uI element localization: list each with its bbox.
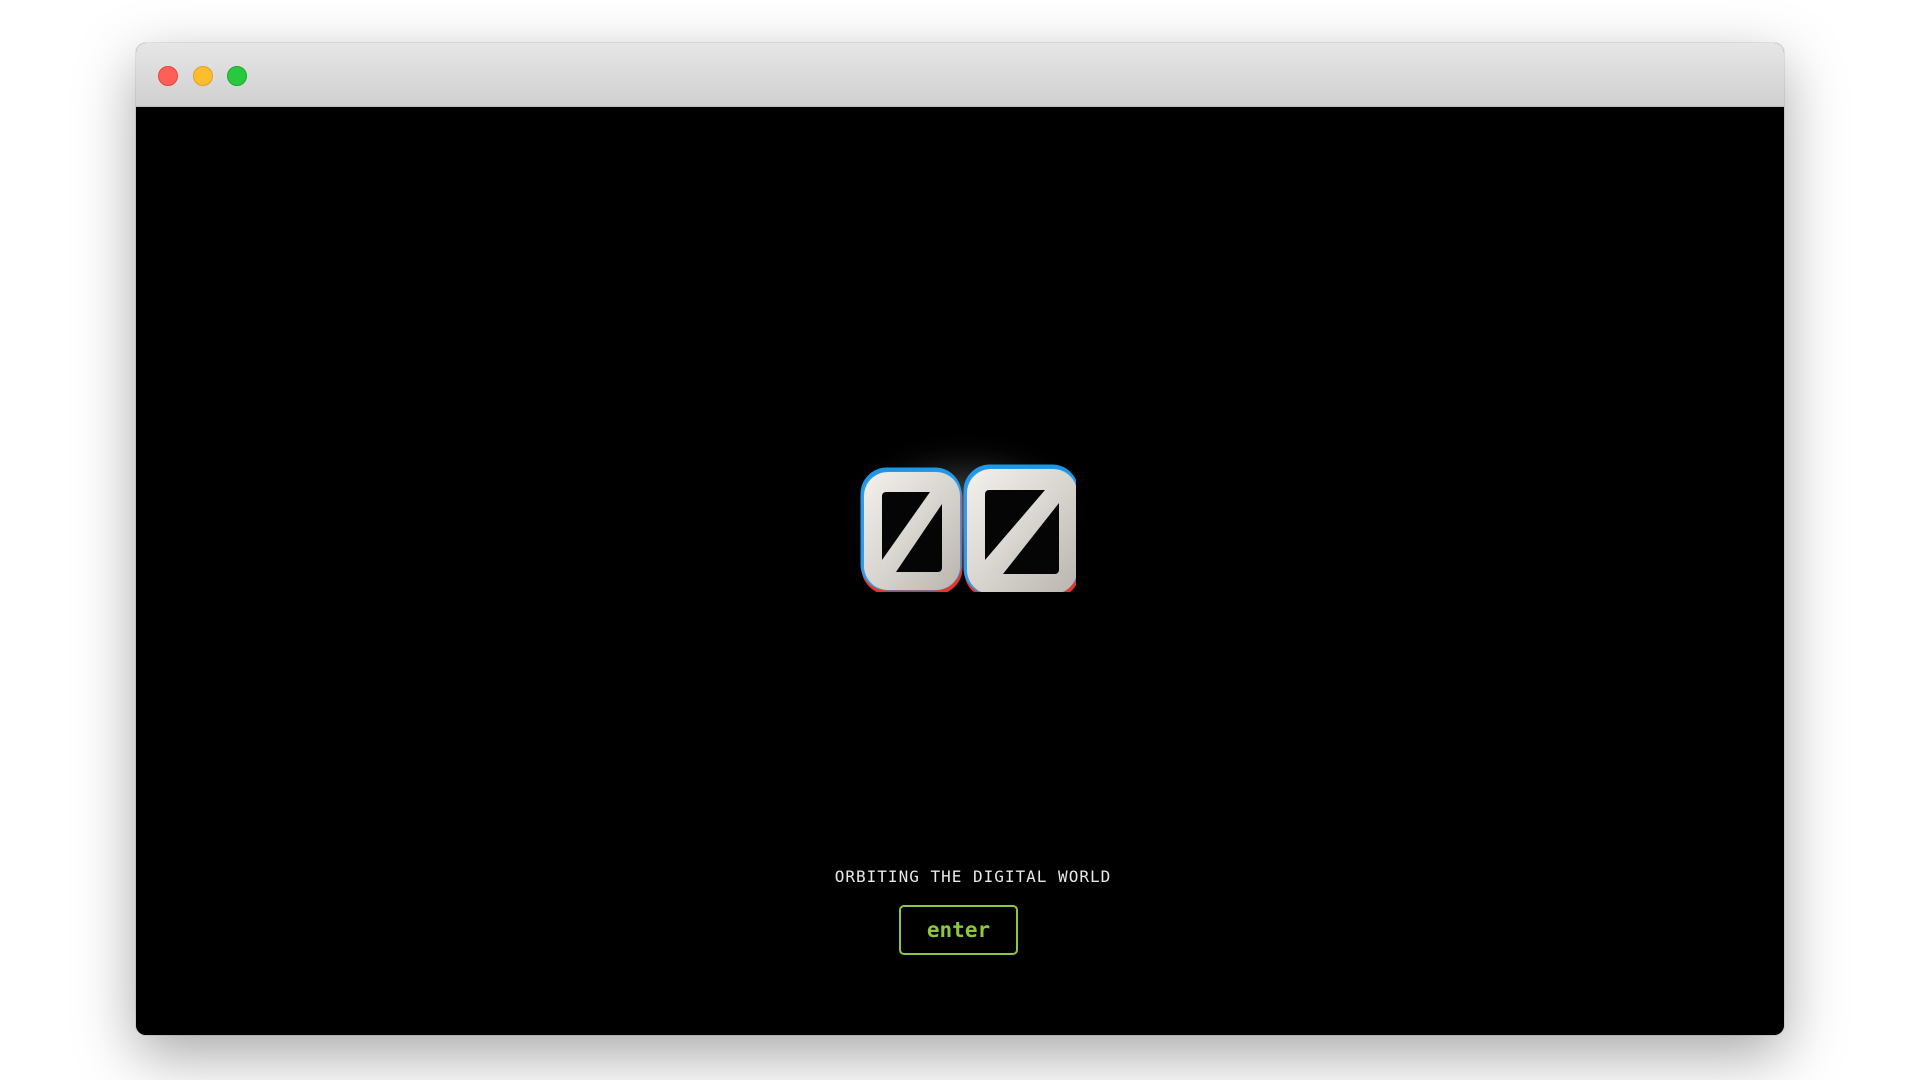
brand-logo: [846, 442, 1076, 592]
close-window-button[interactable]: [158, 66, 178, 86]
browser-window: ORBITING THE DIGITAL WORLD enter: [136, 43, 1784, 1035]
maximize-window-button[interactable]: [227, 66, 247, 86]
window-titlebar[interactable]: [136, 43, 1784, 107]
logo-glyph-icon: [860, 464, 1076, 592]
logo-zero-left: [860, 467, 963, 592]
minimize-window-button[interactable]: [193, 66, 213, 86]
page-content: ORBITING THE DIGITAL WORLD enter: [136, 107, 1784, 1035]
logo-zero-right: [963, 464, 1076, 592]
tagline: ORBITING THE DIGITAL WORLD: [834, 867, 1112, 886]
enter-button[interactable]: enter: [899, 905, 1018, 955]
